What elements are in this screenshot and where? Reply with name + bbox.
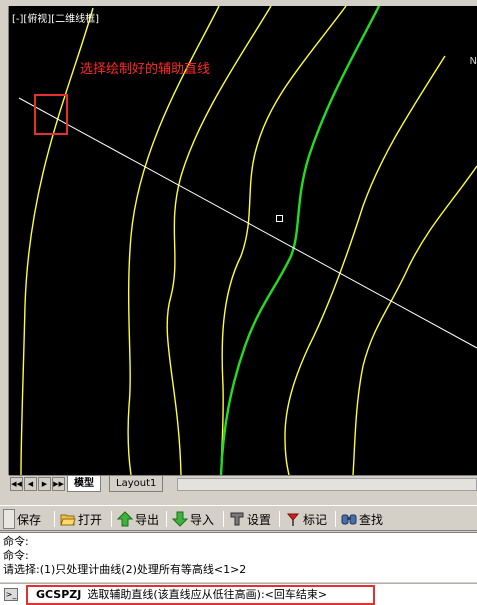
edge-mark: N	[469, 56, 477, 67]
open-button[interactable]: 打开	[60, 510, 102, 528]
prompt-message: 选取辅助直线(该直线应从低往高画):<回车结束>	[87, 588, 328, 601]
command-line[interactable]: >_ GCSPZJ 选取辅助直线(该直线应从低往高画):<回车结束>	[0, 583, 477, 605]
toolbar-separator	[166, 511, 167, 527]
index-contour-line	[219, 6, 381, 475]
horizontal-scrollbar[interactable]	[177, 478, 477, 491]
toolbar-separator	[335, 511, 336, 527]
instruction-annotation: 选择绘制好的辅助直线	[80, 62, 211, 77]
toolbar-grip[interactable]	[3, 509, 15, 529]
toolbar-item-label: 导入	[190, 512, 215, 527]
command-prompt[interactable]: GCSPZJ 选取辅助直线(该直线应从低往高画):<回车结束>	[36, 588, 327, 601]
toolbar-item-label: 导出	[135, 512, 160, 527]
left-scroll-strip[interactable]	[0, 6, 9, 475]
prev-tab-button[interactable]: ◀	[24, 477, 37, 491]
toolbar-item-label: 查找	[359, 512, 384, 527]
viewport-label[interactable]: [-][俯视][二维线框]	[12, 10, 99, 25]
mark-button[interactable]: 标记	[285, 510, 327, 528]
toolbar-item-label: 标记	[303, 512, 328, 527]
history-line: 命令:	[3, 549, 29, 562]
arrow-down-icon	[172, 511, 188, 527]
contour-line	[20, 7, 94, 475]
contour-line	[352, 165, 477, 475]
contour-line	[220, 6, 347, 475]
binoculars-icon	[341, 514, 357, 525]
save-button[interactable]: 保存	[17, 510, 41, 528]
contour-line	[284, 55, 446, 475]
last-tab-button[interactable]: ▶▶	[52, 477, 65, 491]
toolbar-item-label: 保存	[17, 512, 42, 527]
toolbar-separator	[54, 511, 55, 527]
selection-highlight-box	[34, 94, 68, 135]
export-button[interactable]: 导出	[117, 510, 159, 528]
tab-model[interactable]: 模型	[67, 476, 101, 492]
find-button[interactable]: 查找	[341, 510, 383, 528]
toolbar-item-label: 设置	[247, 512, 272, 527]
toolbar-item-label: 打开	[78, 512, 103, 527]
first-tab-button[interactable]: ◀◀	[10, 477, 23, 491]
toolbar-separator	[279, 511, 280, 527]
toolbar-separator	[223, 511, 224, 527]
history-line: 命令:	[3, 535, 29, 548]
drawing-viewport[interactable]: [-][俯视][二维线框] 选择绘制好的辅助直线 N	[9, 6, 477, 475]
command-history[interactable]: 命令: 命令: 请选择:(1)只处理计曲线(2)处理所有等高线<1>2	[0, 532, 477, 582]
aux-straight-line	[18, 97, 477, 349]
import-button[interactable]: 导入	[172, 510, 214, 528]
pick-box-cursor	[276, 215, 283, 222]
custom-toolbar: 保存 打开 导出 导入 设置 标记 查找	[0, 505, 477, 531]
command-name: GCSPZJ	[36, 588, 82, 601]
arrow-up-icon	[117, 511, 133, 527]
cad-window: [-][俯视][二维线框] 选择绘制好的辅助直线 N ◀◀ ◀ ▶ ▶▶ 模型 …	[0, 0, 477, 605]
wrench-icon	[230, 512, 244, 526]
toolbar-separator	[111, 511, 112, 527]
settings-button[interactable]: 设置	[229, 510, 271, 528]
flag-icon	[286, 513, 300, 526]
next-tab-button[interactable]: ▶	[38, 477, 51, 491]
tab-layout1[interactable]: Layout1	[109, 476, 164, 492]
history-line: 请选择:(1)只处理计曲线(2)处理所有等高线<1>2	[3, 563, 247, 576]
folder-open-icon	[60, 514, 76, 526]
layout-tabs-bar: ◀◀ ◀ ▶ ▶▶ 模型 Layout1	[9, 475, 477, 492]
command-prompt-icon[interactable]: >_	[4, 588, 18, 601]
